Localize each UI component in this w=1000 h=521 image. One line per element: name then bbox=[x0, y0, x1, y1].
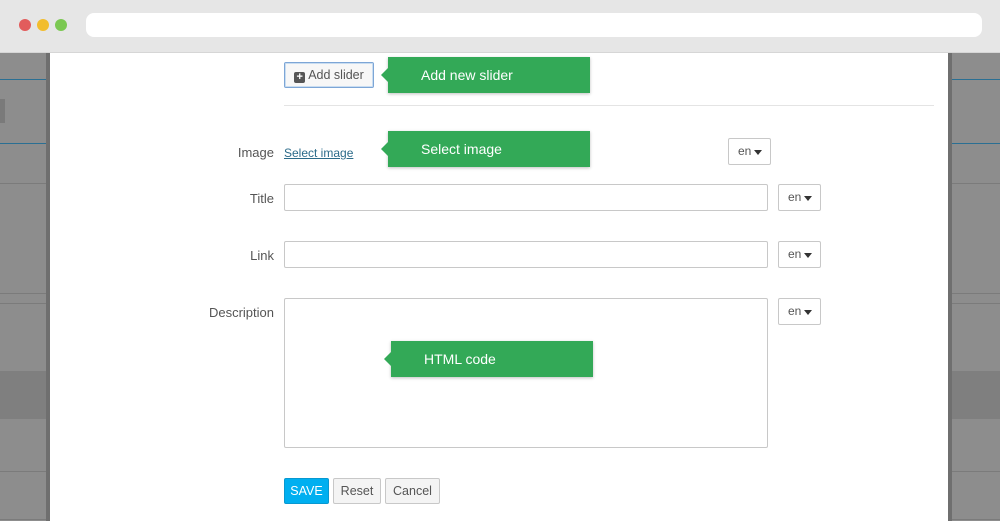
link-input[interactable] bbox=[284, 241, 768, 268]
language-value: en bbox=[788, 247, 802, 261]
title-language-select[interactable]: en bbox=[778, 184, 821, 211]
description-label: Description bbox=[208, 305, 274, 320]
callout-text: Select image bbox=[421, 141, 502, 157]
divider bbox=[284, 105, 934, 106]
background-page-right bbox=[948, 53, 1000, 521]
window-maximize-dot[interactable] bbox=[55, 19, 67, 31]
add-slider-label: Add slider bbox=[308, 68, 364, 82]
plus-icon: + bbox=[294, 72, 306, 83]
cancel-button[interactable]: Cancel bbox=[385, 478, 440, 504]
callout-text: HTML code bbox=[424, 351, 496, 367]
slider-modal: + Add slider Add new slider Image Select … bbox=[50, 53, 948, 521]
add-slider-button[interactable]: + Add slider bbox=[284, 62, 374, 88]
save-button[interactable]: SAVE bbox=[284, 478, 329, 504]
link-label: Link bbox=[250, 248, 274, 263]
image-label: Image bbox=[237, 145, 274, 160]
language-value: en bbox=[738, 144, 752, 158]
language-value: en bbox=[788, 190, 802, 204]
title-label: Title bbox=[249, 191, 274, 206]
callout-html-code: HTML code bbox=[384, 341, 593, 377]
callout-text: Add new slider bbox=[421, 67, 513, 83]
browser-chrome bbox=[0, 0, 1000, 53]
background-page-left bbox=[0, 53, 50, 521]
description-language-select[interactable]: en bbox=[778, 298, 821, 325]
link-language-select[interactable]: en bbox=[778, 241, 821, 268]
window-close-dot[interactable] bbox=[19, 19, 31, 31]
caret-down-icon bbox=[804, 196, 812, 201]
title-input[interactable] bbox=[284, 184, 768, 211]
callout-add-new-slider: Add new slider bbox=[381, 57, 590, 93]
select-image-link[interactable]: Select image bbox=[284, 146, 353, 160]
callout-select-image: Select image bbox=[381, 131, 590, 167]
image-language-select[interactable]: en bbox=[728, 138, 771, 165]
language-value: en bbox=[788, 304, 802, 318]
address-bar[interactable] bbox=[86, 13, 982, 37]
window-minimize-dot[interactable] bbox=[37, 19, 49, 31]
caret-down-icon bbox=[804, 253, 812, 258]
caret-down-icon bbox=[804, 310, 812, 315]
caret-down-icon bbox=[754, 150, 762, 155]
reset-button[interactable]: Reset bbox=[333, 478, 381, 504]
